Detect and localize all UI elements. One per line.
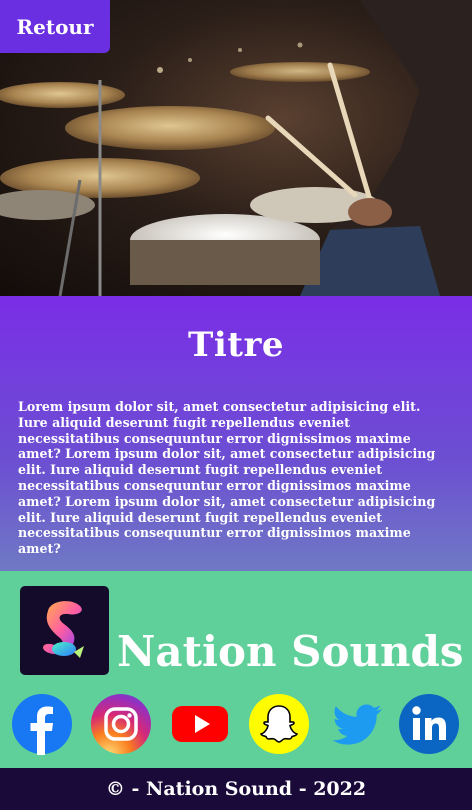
youtube-link[interactable] (169, 693, 231, 755)
linkedin-link[interactable] (398, 693, 460, 755)
twitter-link[interactable] (327, 693, 389, 755)
brand-section: Nation Sounds (0, 571, 472, 768)
twitter-icon (332, 704, 382, 745)
snapchat-link[interactable] (248, 693, 310, 755)
article-body: Lorem ipsum dolor sit, amet consectetur … (18, 399, 436, 557)
back-button[interactable]: Retour (0, 0, 110, 53)
linkedin-icon (399, 694, 459, 754)
youtube-icon (172, 706, 228, 742)
social-links (0, 693, 472, 755)
facebook-icon (12, 694, 72, 755)
app-logo (20, 586, 109, 675)
nation-sounds-logo-icon (43, 601, 84, 658)
snapchat-icon (249, 694, 309, 754)
instagram-icon (91, 694, 151, 754)
hero-drummer-image: Retour (0, 0, 472, 296)
copyright-text: © - Nation Sound - 2022 (105, 778, 367, 800)
footer: © - Nation Sound - 2022 (0, 768, 472, 810)
instagram-link[interactable] (90, 693, 152, 755)
page-title: Titre (188, 325, 284, 365)
brand-name: Nation Sounds (117, 627, 464, 676)
facebook-link[interactable] (11, 693, 73, 755)
article-section: Titre Lorem ipsum dolor sit, amet consec… (0, 296, 472, 571)
